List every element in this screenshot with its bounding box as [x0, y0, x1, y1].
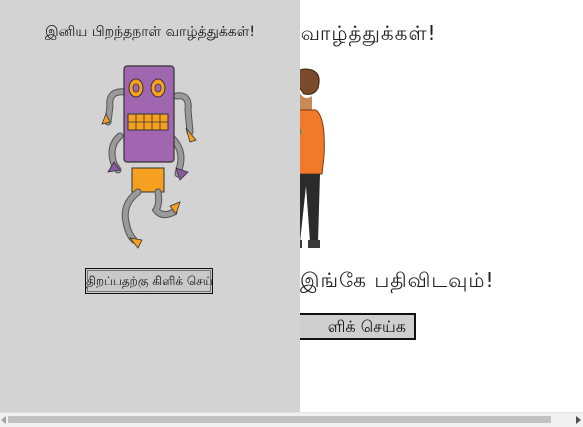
open-card-button[interactable]: திறப்பதற்கு கிளிக் செய்க	[85, 268, 213, 294]
robot-illustration	[101, 65, 197, 249]
scroll-left-arrow-icon[interactable]	[1, 416, 6, 424]
background-heading: ர் வாழ்த்துக்கள்!	[282, 21, 437, 45]
scroll-right-arrow-icon[interactable]	[576, 416, 581, 424]
greeting-card-panel: இனிய பிறந்தநாள் வாழ்த்துக்கள்! திறப்பதற்…	[0, 0, 300, 412]
card-title: இனிய பிறந்தநாள் வாழ்த்துக்கள்!	[45, 24, 255, 40]
background-prompt: இங்கே பதிவிடவும்!	[300, 268, 495, 292]
scrollbar-thumb[interactable]	[8, 416, 551, 423]
background-click-button[interactable]: ளிக் செய்க	[286, 313, 416, 340]
horizontal-scrollbar[interactable]	[0, 412, 583, 427]
